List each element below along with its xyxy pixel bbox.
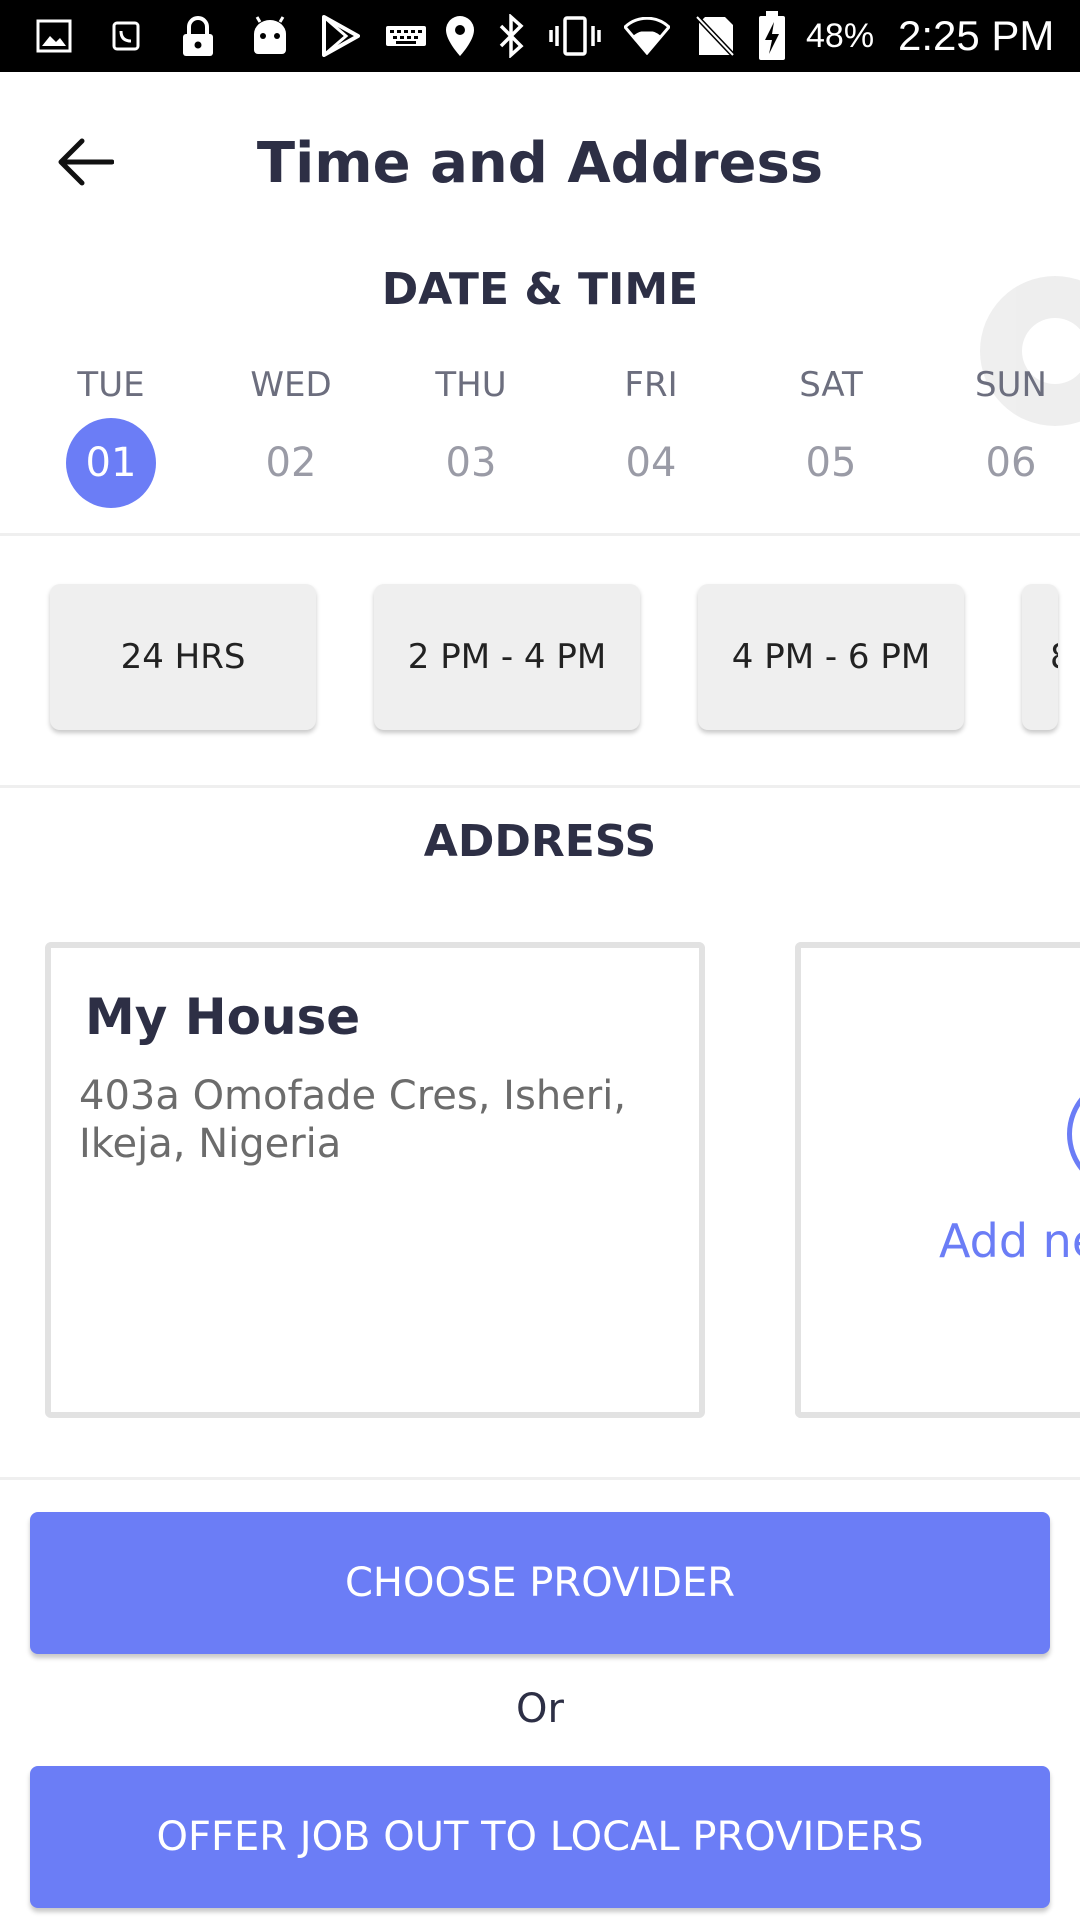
app-bar: Time and Address <box>0 72 1080 242</box>
vibrate-icon <box>546 0 604 72</box>
lock-icon <box>178 0 218 72</box>
divider <box>0 533 1080 536</box>
date-item-tue[interactable]: TUE 01 <box>36 360 186 508</box>
time-slot-24hrs[interactable]: 24 HRS <box>50 584 316 730</box>
day-number: 06 <box>985 440 1037 486</box>
address-card-my-house[interactable]: My House 403a Omofade Cres, Isheri, Ikej… <box>45 942 705 1418</box>
choose-provider-button[interactable]: CHOOSE PROVIDER <box>30 1512 1050 1654</box>
add-new-label: Add ne <box>939 1214 1080 1268</box>
day-of-week: WED <box>250 365 332 405</box>
status-bar: 48% 2:25 PM <box>0 0 1080 72</box>
address-heading: ADDRESS <box>423 816 657 867</box>
wifi-icon <box>622 0 672 72</box>
battery-percent: 48% <box>806 17 875 55</box>
image-icon <box>34 0 74 72</box>
or-separator: Or <box>516 1686 564 1732</box>
keyboard-icon <box>384 0 428 72</box>
location-icon <box>440 0 480 72</box>
date-item-thu[interactable]: THU 03 <box>396 360 546 508</box>
address-name: My House <box>85 988 361 1046</box>
offer-job-button[interactable]: OFFER JOB OUT TO LOCAL PROVIDERS <box>30 1766 1050 1908</box>
phone-card-icon <box>108 0 144 72</box>
bluetooth-icon <box>494 0 530 72</box>
date-item-sat[interactable]: SAT 05 <box>756 360 906 508</box>
day-of-week: FRI <box>624 365 678 405</box>
android-icon <box>248 0 292 72</box>
date-item-wed[interactable]: WED 02 <box>216 360 366 508</box>
day-of-week: THU <box>435 365 507 405</box>
day-number: 04 <box>625 440 677 486</box>
divider <box>0 1477 1080 1480</box>
play-store-icon <box>318 0 362 72</box>
day-of-week: TUE <box>77 365 145 405</box>
time-slot-2pm-4pm[interactable]: 2 PM - 4 PM <box>374 584 640 730</box>
add-circle-icon <box>1067 1076 1080 1192</box>
time-slot-4pm-6pm[interactable]: 4 PM - 6 PM <box>698 584 964 730</box>
address-line: 403a Omofade Cres, Isheri, Ikeja, Nigeri… <box>79 1073 627 1167</box>
no-sim-icon <box>690 0 740 72</box>
date-item-sun[interactable]: SUN 06 <box>936 360 1080 508</box>
add-new-address-card[interactable]: Add ne <box>795 942 1080 1418</box>
day-of-week: SUN <box>975 365 1047 405</box>
day-number: 02 <box>265 440 317 486</box>
day-of-week: SAT <box>799 365 863 405</box>
date-item-fri[interactable]: FRI 04 <box>576 360 726 508</box>
divider <box>0 785 1080 788</box>
battery-charging-icon <box>752 0 792 72</box>
page-title: Time and Address <box>256 131 824 196</box>
time-slot-partial[interactable]: 8 <box>1022 584 1058 730</box>
day-number: 01 <box>66 418 156 508</box>
day-number: 05 <box>805 440 857 486</box>
status-time: 2:25 PM <box>898 12 1055 59</box>
date-time-heading: DATE & TIME <box>381 264 699 315</box>
day-number: 03 <box>445 440 497 486</box>
